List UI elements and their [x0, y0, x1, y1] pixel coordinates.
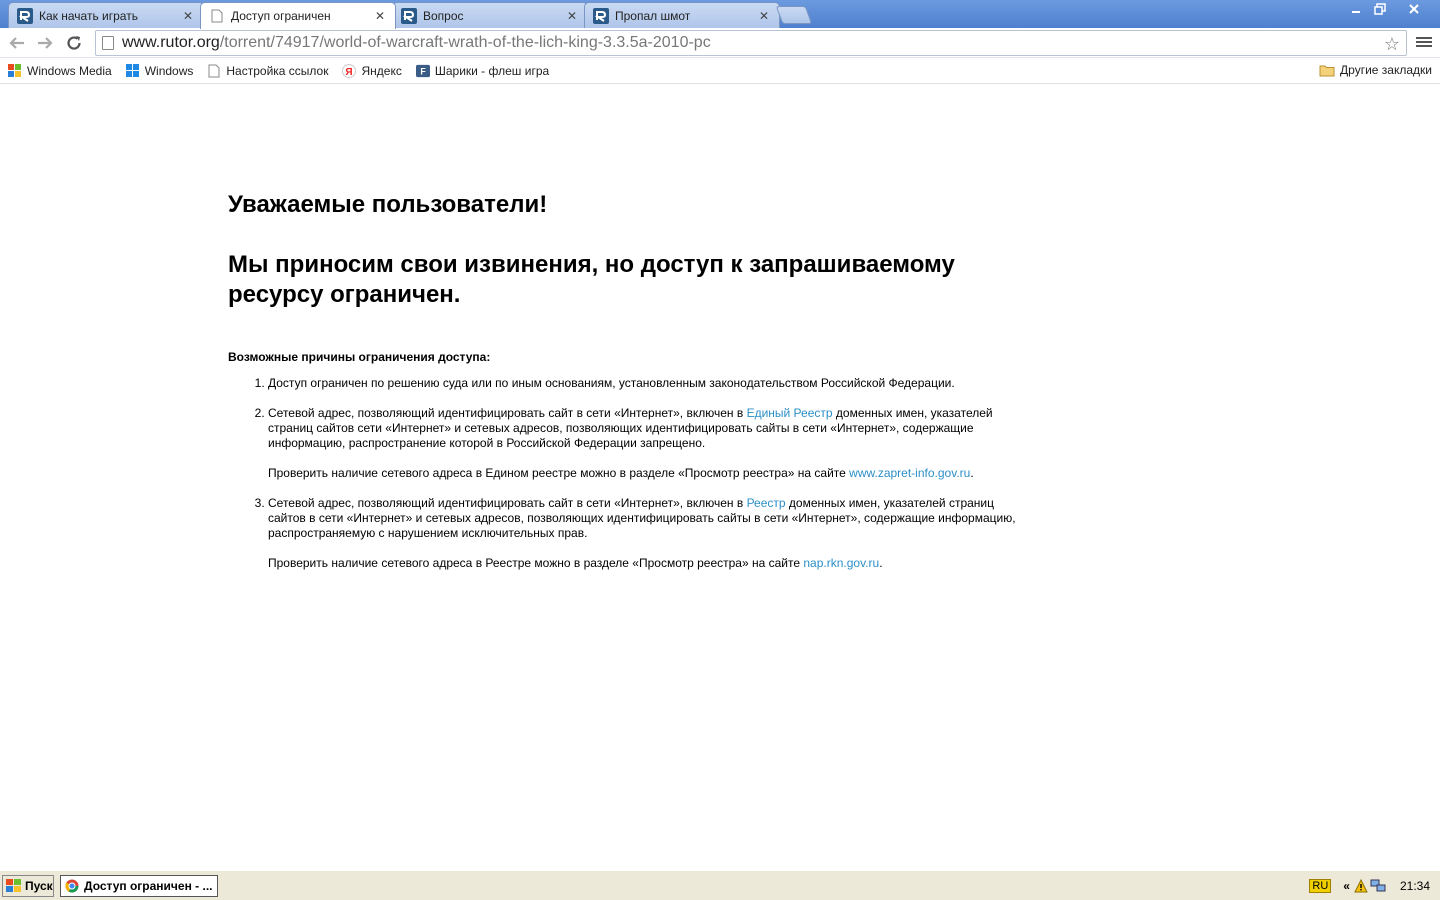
network-icon[interactable] [1370, 879, 1386, 893]
tab-label: Доступ ограничен [231, 9, 331, 23]
url-text: www.rutor.org/torrent/74917/world-of-war… [122, 34, 711, 51]
start-button[interactable]: Пуск [2, 875, 54, 897]
reason-item-3: Сетевой адрес, позволяющий идентифициров… [268, 496, 1018, 571]
tab-label: Как начать играть [39, 8, 138, 23]
reason-item-2: Сетевой адрес, позволяющий идентифициров… [268, 406, 1018, 481]
tab-access-restricted[interactable]: Доступ ограничен ✕ [200, 2, 396, 29]
tab-close-icon[interactable]: ✕ [757, 9, 771, 23]
yandex-icon: Я [342, 63, 357, 78]
forward-icon[interactable] [34, 33, 56, 53]
language-indicator[interactable]: RU [1309, 879, 1332, 893]
windows-logo-icon [125, 63, 140, 78]
tab-lost-gear[interactable]: Пропал шмот ✕ [584, 2, 780, 28]
nap-rkn-link[interactable]: nap.rkn.gov.ru [803, 556, 879, 570]
page-viewport: Уважаемые пользователи! Мы приносим свои… [0, 85, 1440, 870]
taskbar: Пуск Доступ ограничен - ... RU « 21:34 [0, 870, 1440, 900]
rutor-favicon-icon [401, 7, 417, 24]
browser-toolbar: www.rutor.org/torrent/74917/world-of-war… [0, 28, 1440, 58]
system-tray: RU « 21:34 [1309, 875, 1438, 897]
new-tab-button[interactable] [775, 6, 813, 24]
warning-icon[interactable] [1354, 879, 1368, 893]
minimize-icon[interactable] [1344, 0, 1368, 18]
unified-registry-link[interactable]: Единый Реестр [747, 406, 833, 420]
folder-icon [1319, 64, 1335, 77]
clock[interactable]: 21:34 [1400, 879, 1430, 893]
bookmark-yandex[interactable]: Я Яндекс [342, 63, 402, 78]
tab-how-to-start[interactable]: Как начать играть ✕ [8, 2, 204, 28]
reload-icon[interactable] [63, 33, 85, 53]
tab-label: Вопрос [423, 8, 464, 23]
reasons-title: Возможные причины ограничения доступа: [228, 350, 491, 364]
zapret-info-link[interactable]: www.zapret-info.gov.ru [849, 466, 970, 480]
page-heading: Уважаемые пользователи! [228, 191, 548, 218]
menu-icon[interactable] [1416, 35, 1432, 51]
reason-item-1: Доступ ограничен по решению суда или по … [268, 376, 1018, 391]
tab-label: Пропал шмот [615, 8, 691, 23]
svg-text:F: F [420, 66, 426, 76]
restore-icon[interactable] [1368, 0, 1392, 18]
tray-expand-chevron-icon[interactable]: « [1343, 879, 1350, 893]
bookmarks-bar: Windows Media Windows Настройка ссылок Я… [0, 58, 1440, 84]
tab-question[interactable]: Вопрос ✕ [392, 2, 588, 28]
game-icon: F [415, 64, 430, 78]
bookmark-link-settings[interactable]: Настройка ссылок [207, 64, 328, 78]
page-icon [209, 8, 225, 24]
blocked-notice: Уважаемые пользователи! Мы приносим свои… [228, 190, 1018, 586]
address-bar[interactable]: www.rutor.org/torrent/74917/world-of-war… [95, 30, 1407, 56]
bookmark-windows-media[interactable]: Windows Media [8, 63, 112, 78]
tab-close-icon[interactable]: ✕ [373, 9, 387, 23]
tab-close-icon[interactable]: ✕ [181, 9, 195, 23]
tab-close-icon[interactable]: ✕ [565, 9, 579, 23]
windows-media-icon [8, 63, 22, 78]
registry-link[interactable]: Реестр [747, 496, 786, 510]
bookmark-other-folder[interactable]: Другие закладки [1319, 63, 1432, 77]
close-window-icon[interactable] [1392, 0, 1436, 18]
reasons-list: Доступ ограничен по решению суда или по … [268, 376, 1018, 571]
back-icon[interactable] [6, 33, 28, 53]
page-info-icon[interactable] [102, 36, 114, 50]
rutor-favicon-icon [593, 7, 609, 24]
rutor-favicon-icon [17, 7, 33, 24]
page-subheading: Мы приносим свои извинения, но доступ к … [228, 251, 955, 308]
bookmark-windows[interactable]: Windows [125, 63, 193, 78]
taskbar-chrome-window[interactable]: Доступ ограничен - ... [60, 875, 218, 897]
bookmark-balls-game[interactable]: F Шарики - флеш игра [415, 64, 549, 78]
windows-flag-icon [6, 879, 22, 893]
bookmark-star-icon[interactable]: ☆ [1384, 34, 1400, 55]
tab-strip: Как начать играть ✕ Доступ ограничен ✕ В… [0, 0, 1440, 29]
chrome-icon [65, 879, 79, 893]
page-icon [207, 64, 221, 78]
svg-text:Я: Я [346, 67, 353, 78]
